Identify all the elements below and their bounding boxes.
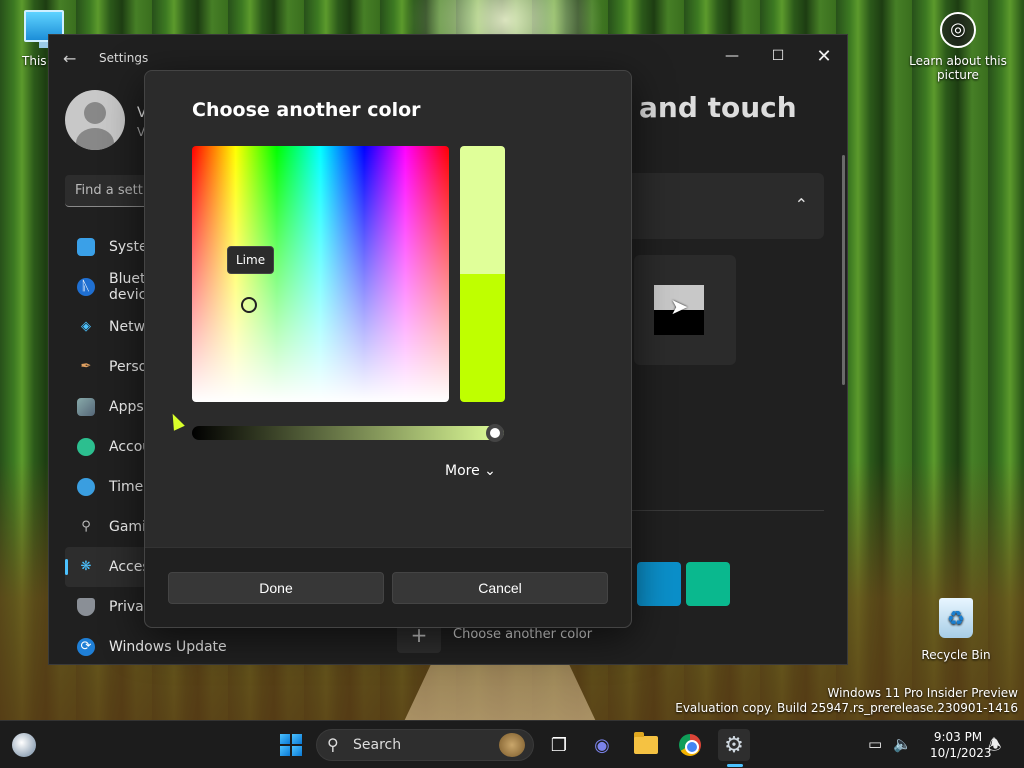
sidebar-item-label: Apps (109, 399, 144, 415)
watermark-line: Windows 11 Pro Insider Preview (827, 686, 1018, 700)
accessibility-icon: ❋ (80, 559, 92, 574)
more-button[interactable]: More ⌄ (445, 463, 496, 479)
shield-icon (77, 598, 95, 616)
file-explorer-icon[interactable] (630, 729, 662, 761)
monitor-icon (77, 238, 95, 256)
slider-thumb[interactable] (486, 424, 504, 442)
settings-gear-icon[interactable]: ⚙ (718, 729, 750, 761)
teams-chat-icon[interactable]: ◉ (586, 729, 618, 761)
clock-icon (77, 478, 95, 496)
start-button[interactable] (275, 729, 307, 761)
search-label: Search (353, 737, 402, 753)
more-label: More (445, 463, 480, 479)
sidebar-item-label: Windows Update (109, 639, 227, 655)
choose-color-dialog: Choose another color Lime More ⌄ Done Ca… (144, 70, 632, 628)
learn-about-picture[interactable]: ◎ Learn about this picture (908, 12, 1008, 82)
evaluation-watermark: Windows 11 Pro Insider Preview Evaluatio… (675, 686, 1018, 716)
close-button[interactable]: ✕ (801, 41, 847, 71)
display-icon[interactable]: ▭ (868, 735, 882, 753)
back-arrow-icon[interactable]: ← (63, 49, 76, 68)
weather-icon[interactable] (12, 733, 36, 757)
chevron-down-icon: ⌄ (484, 463, 496, 479)
cancel-button[interactable]: Cancel (392, 572, 608, 604)
done-button[interactable]: Done (168, 572, 384, 604)
scrollbar[interactable] (842, 155, 845, 385)
recycle-bin-icon: ♻ (939, 598, 973, 638)
volume-muted-icon[interactable]: 🔈 (893, 735, 912, 753)
chevron-up-icon[interactable]: ⌃ (795, 195, 808, 214)
page-title: and touch (639, 91, 797, 124)
color-preview-current (460, 274, 505, 402)
sidebar-item-windows-update[interactable]: ⟳ Windows Update (65, 627, 245, 667)
desktop-icon-label: Recycle Bin (921, 648, 991, 662)
camera-icon: ◎ (940, 12, 976, 48)
watermark-line: Evaluation copy. Build 25947.rs_prerelea… (675, 701, 1018, 715)
window-title: Settings (99, 51, 149, 65)
color-preview-new (460, 146, 505, 274)
color-tooltip: Lime (227, 246, 275, 274)
minimize-button[interactable]: — (709, 41, 755, 71)
color-value-slider[interactable] (192, 424, 504, 442)
search-icon: ⚲ (327, 735, 339, 754)
task-view-icon[interactable]: ❐ (543, 729, 575, 761)
pointer-cursor-icon: ➤ (670, 295, 689, 320)
clock-date: 10/1/2023 (930, 746, 992, 760)
chrome-icon[interactable] (674, 729, 706, 761)
taskbar: ⚲ Search ❐ ◉ ⚙ ▭ 🔈 9:03 PM 10/1/2023 🕭 (0, 720, 1024, 768)
desktop-icon-recycle-bin[interactable]: ♻ Recycle Bin (906, 598, 1006, 662)
color-spectrum[interactable] (192, 146, 449, 402)
maximize-button[interactable]: ☐ (755, 41, 801, 71)
color-swatch[interactable] (686, 562, 730, 606)
choose-another-color-label: Choose another color (453, 627, 593, 642)
search-highlight-icon (499, 733, 525, 757)
color-swatch[interactable] (637, 562, 681, 606)
running-indicator (727, 764, 743, 767)
update-icon: ⟳ (77, 638, 95, 656)
gamepad-icon: ⚲ (81, 519, 91, 534)
brush-icon: ✒ (80, 359, 92, 374)
system-clock[interactable]: 9:03 PM 10/1/2023 (930, 729, 992, 761)
windows-logo-icon (280, 734, 302, 756)
color-picker-ring[interactable] (241, 297, 257, 313)
apps-icon (77, 398, 95, 416)
wifi-icon: ◈ (81, 319, 91, 334)
avatar[interactable] (65, 90, 125, 150)
dialog-footer: Done Cancel (145, 547, 631, 627)
notification-bell-icon[interactable]: 🕭 (988, 735, 1001, 760)
bluetooth-icon: ᚣ (77, 278, 95, 296)
learn-label: Learn about this picture (909, 54, 1007, 82)
clock-time: 9:03 PM (933, 730, 983, 744)
taskbar-search[interactable]: ⚲ Search (316, 729, 534, 761)
dialog-title: Choose another color (192, 99, 421, 121)
person-icon (77, 438, 95, 456)
pointer-preview: ➤ (634, 255, 736, 365)
